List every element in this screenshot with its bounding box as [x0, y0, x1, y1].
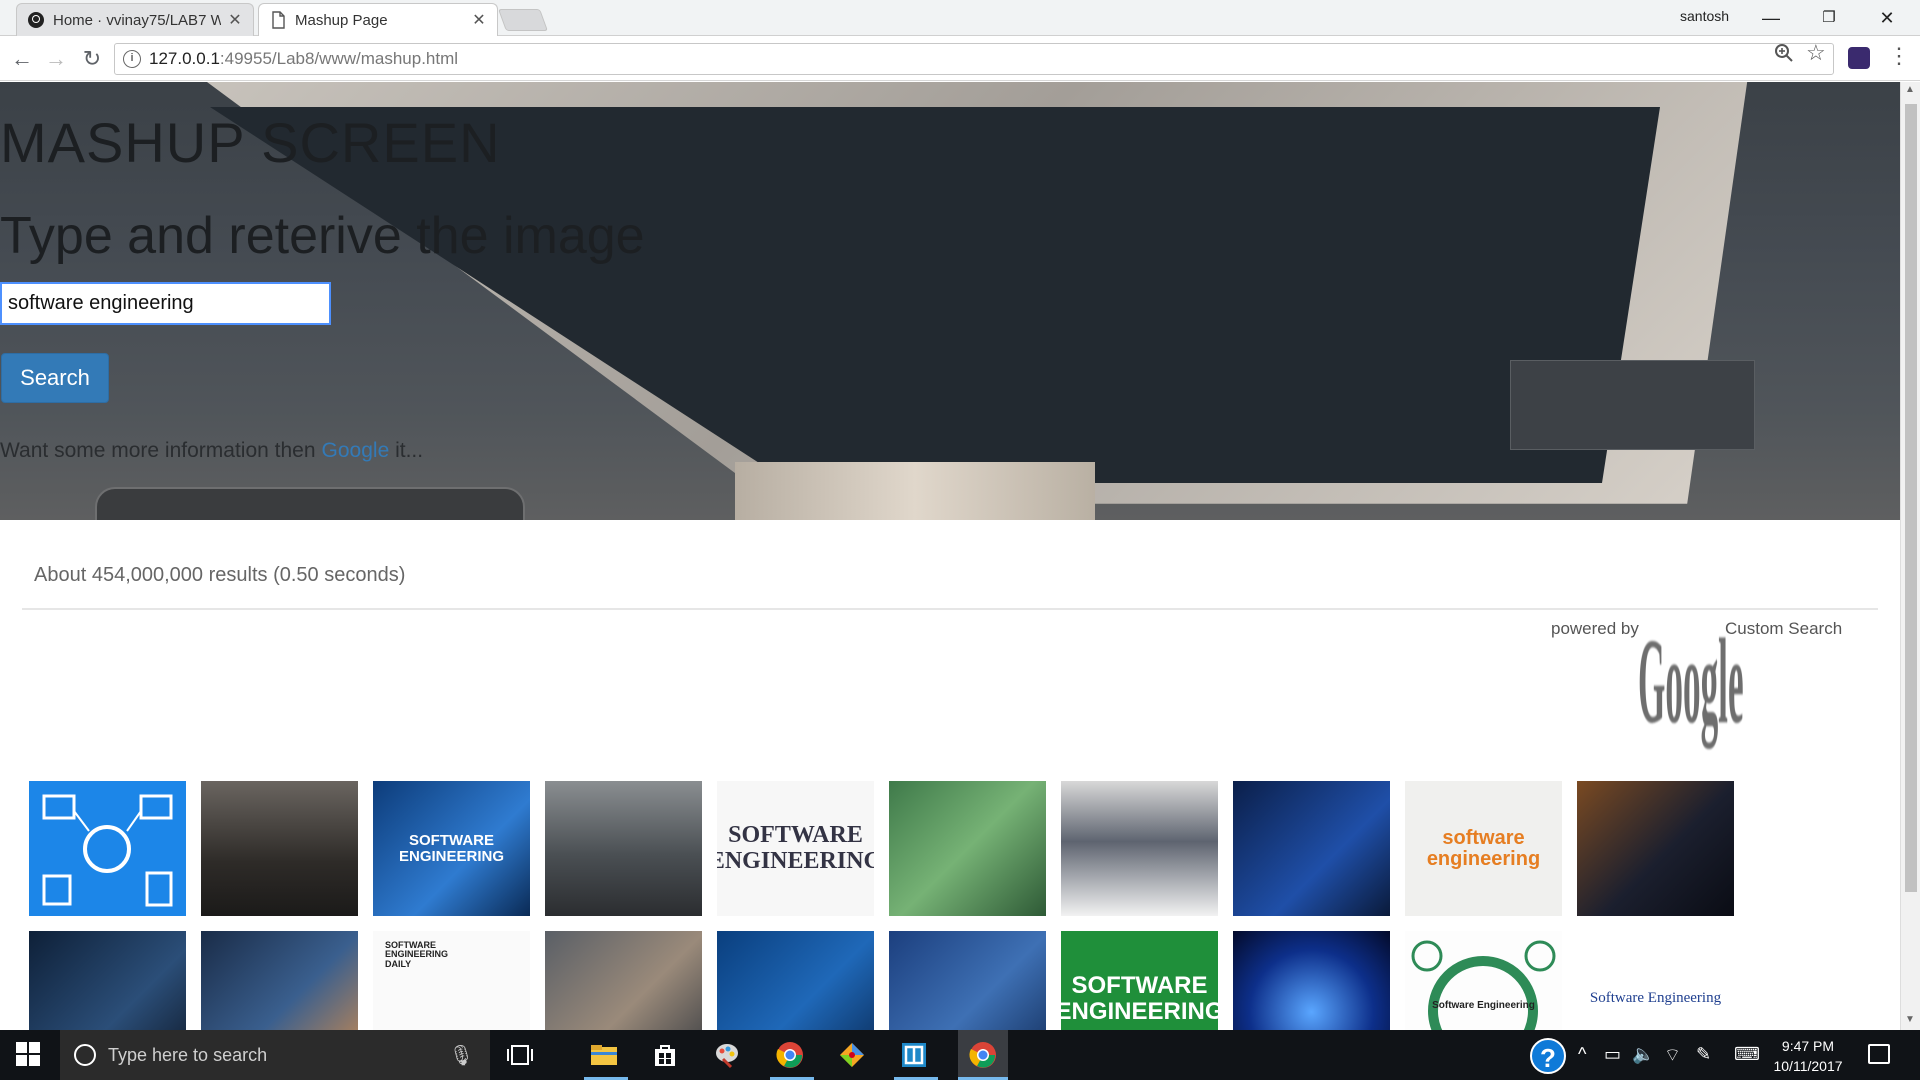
tab-github[interactable]: Home · vvinay75/LAB7 W ✕ [16, 3, 254, 36]
result-image[interactable] [29, 931, 186, 1030]
tab-label: Home · vvinay75/LAB7 W [53, 11, 221, 29]
battery-icon[interactable]: ▭ [1604, 1044, 1621, 1065]
keyboard-icon[interactable]: ⌨ [1734, 1044, 1760, 1065]
result-image[interactable] [1233, 781, 1390, 916]
result-image[interactable] [1233, 931, 1390, 1030]
hero-banner: MASHUP SCREEN Type and reterive the imag… [0, 82, 1900, 520]
thumbnail-caption: Software Engineering [1589, 989, 1722, 1006]
search-input[interactable] [0, 282, 331, 325]
result-image[interactable]: software engineering [1405, 781, 1562, 916]
restore-icon[interactable]: ❐ [1806, 4, 1852, 32]
bookmark-star-icon[interactable]: ☆ [1806, 40, 1826, 66]
result-image[interactable] [201, 781, 358, 916]
tab-mashup-page[interactable]: Mashup Page ✕ [258, 3, 498, 36]
store-icon[interactable] [648, 1038, 682, 1072]
background-desk-item [95, 487, 525, 520]
paint-icon[interactable] [710, 1038, 744, 1072]
thumbnail-caption: software engineering [1426, 826, 1541, 870]
result-image[interactable] [1577, 781, 1734, 916]
more-info-tail: it... [395, 439, 424, 462]
clock-time: 9:47 PM [1781, 1038, 1835, 1054]
close-window-icon[interactable]: ✕ [1864, 4, 1910, 32]
page-content: MASHUP SCREEN Type and reterive the imag… [0, 82, 1900, 1030]
scrollbar-thumb[interactable] [1905, 104, 1917, 892]
powered-by-label: powered by [1551, 619, 1639, 638]
tab-label: Mashup Page [295, 11, 388, 29]
close-icon[interactable]: ✕ [227, 10, 243, 30]
cortana-icon [74, 1044, 96, 1066]
result-image[interactable] [545, 931, 702, 1030]
browser-toolbar: ← → ↻ i 127.0.0.1 :49955/Lab8/www/mashup… [0, 37, 1920, 81]
result-image[interactable]: SOFTWARE ENGINEERING DAILY [373, 931, 530, 1030]
result-image[interactable]: SOFTWARE ENGINEERING [717, 781, 874, 916]
forward-arrow-icon[interactable]: → [42, 45, 70, 73]
menu-icon[interactable]: ⋮ [1888, 43, 1910, 69]
zoom-icon[interactable] [1774, 43, 1794, 69]
result-image[interactable]: Software Engineering [1577, 931, 1734, 1030]
help-icon[interactable]: ? [1530, 1038, 1566, 1074]
page-subtitle: Type and reterive the image [0, 207, 645, 265]
result-image[interactable] [889, 781, 1046, 916]
chevron-up-icon[interactable]: ^ [1578, 1044, 1586, 1065]
background-desk-tray [1510, 360, 1755, 450]
url-path: :49955/Lab8/www/mashup.html [219, 49, 459, 68]
close-icon[interactable]: ✕ [471, 10, 487, 30]
task-view-icon[interactable] [503, 1038, 537, 1072]
scroll-up-icon[interactable]: ▲ [1905, 84, 1915, 95]
thumbnail-caption: SOFTWARE ENGINEERING [1061, 972, 1218, 1025]
volume-icon[interactable]: 🔈 [1632, 1044, 1654, 1065]
microphone-icon[interactable]: 🎙 [449, 1043, 474, 1068]
pen-icon[interactable]: ✎ [1696, 1044, 1711, 1065]
clock-date: 10/11/2017 [1773, 1058, 1843, 1074]
back-arrow-icon[interactable]: ← [8, 45, 36, 73]
divider [22, 608, 1878, 610]
result-image[interactable] [717, 931, 874, 1030]
scroll-down-icon[interactable]: ▼ [1905, 1014, 1915, 1025]
result-image[interactable]: SOFTWARE ENGINEERING [1061, 931, 1218, 1030]
chrome-icon-active[interactable] [958, 1030, 1008, 1080]
more-info-label: Want some more information then [0, 439, 316, 462]
more-info-text: Want some more information then Google it… [0, 439, 423, 463]
result-image[interactable] [29, 781, 186, 916]
result-image[interactable] [201, 931, 358, 1030]
google-link[interactable]: Google [322, 439, 390, 462]
results-count: About 454,000,000 results (0.50 seconds) [34, 564, 406, 586]
thumbnail-caption: SOFTWARE ENGINEERING [717, 822, 874, 874]
url-host: 127.0.0.1 [149, 49, 220, 68]
thumbnail-caption: Software Engineering [1432, 1000, 1535, 1012]
minimize-icon[interactable]: — [1748, 4, 1794, 32]
new-tab-button[interactable] [497, 9, 549, 31]
extension-icon[interactable] [1848, 47, 1870, 69]
thumbnail-caption: SOFTWARE ENGINEERING DAILY [385, 940, 449, 969]
address-bar[interactable]: i 127.0.0.1 :49955/Lab8/www/mashup.html [114, 43, 1834, 75]
result-image[interactable] [1061, 781, 1218, 916]
github-icon [27, 11, 45, 29]
taskbar-search-placeholder: Type here to search [108, 1044, 268, 1065]
profile-name[interactable]: santosh [1680, 8, 1729, 24]
result-image[interactable]: SOFTWARE ENGINEERING [373, 781, 530, 916]
search-button[interactable]: Search [1, 353, 109, 403]
browser-tab-bar: Home · vvinay75/LAB7 W ✕ Mashup Page ✕ s… [0, 0, 1920, 36]
windows-start-icon[interactable] [16, 1042, 40, 1066]
result-image[interactable] [889, 931, 1046, 1030]
taskbar: Type here to search 🎙 ? ^ ▭ 🔈 ⌔ ✎ ⌨ 9:47… [0, 1030, 1920, 1080]
app-window-icon[interactable] [897, 1038, 931, 1072]
wifi-icon[interactable]: ⌔ [1664, 1044, 1681, 1067]
page-icon [269, 11, 287, 29]
background-monitor-stand [735, 462, 1095, 520]
result-image[interactable]: Software Engineering [1405, 931, 1562, 1030]
page-title: MASHUP SCREEN [0, 111, 501, 174]
system-clock[interactable]: 9:47 PM 10/11/2017 [1768, 1036, 1848, 1076]
result-image[interactable] [545, 781, 702, 916]
vertical-scrollbar[interactable]: ▲ ▼ [1900, 82, 1920, 1030]
thumbnail-caption: SOFTWARE ENGINEERING [398, 831, 504, 865]
taskbar-search-box[interactable]: Type here to search 🎙 [60, 1030, 490, 1080]
chrome-icon[interactable] [773, 1038, 807, 1072]
reload-icon[interactable]: ↻ [78, 45, 106, 73]
file-explorer-icon[interactable] [587, 1038, 621, 1072]
custom-search-label: Custom Search [1725, 619, 1843, 638]
notification-icon[interactable] [1868, 1044, 1890, 1064]
info-icon[interactable]: i [123, 50, 141, 68]
git-tool-icon[interactable] [835, 1038, 869, 1072]
